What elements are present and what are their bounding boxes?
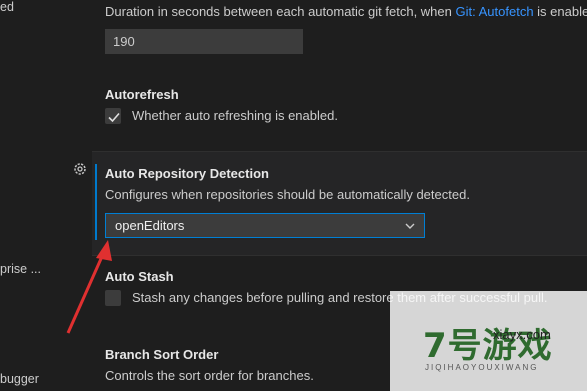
auto-repository-detection-select[interactable]: openEditors — [105, 213, 425, 238]
chevron-down-icon — [405, 223, 415, 229]
setting-title: Autorefresh — [105, 87, 179, 102]
watermark-logo: 7号游戏 xiayx.com JIQIHAOYOUXIWANG — [390, 291, 587, 391]
settings-toc-sidebar: ed prise ... bugger — [0, 0, 72, 391]
watermark-subtitle: JIQIHAOYOUXIWANG — [425, 363, 539, 372]
setting-description: Duration in seconds between each automat… — [105, 4, 587, 19]
checkmark-icon — [108, 112, 120, 123]
setting-description: Whether auto refreshing is enabled. — [132, 108, 338, 123]
setting-autofetch-period: Duration in seconds between each automat… — [105, 4, 587, 54]
focus-indicator — [95, 164, 97, 240]
autofetch-link[interactable]: Git: Autofetch — [456, 4, 534, 19]
setting-title: Auto Stash — [105, 269, 174, 284]
watermark-url: xiayx.com — [493, 327, 551, 342]
autorefresh-checkbox[interactable] — [105, 108, 121, 124]
auto-stash-checkbox[interactable] — [105, 290, 121, 306]
toc-item[interactable]: ed — [0, 0, 14, 14]
autofetch-period-input[interactable]: 190 — [105, 29, 303, 54]
watermark-title: 7号游戏 — [423, 326, 553, 366]
setting-description: Configures when repositories should be a… — [105, 187, 470, 202]
setting-autorefresh: Autorefresh Whether auto refreshing is e… — [105, 87, 587, 124]
select-value: openEditors — [115, 218, 185, 233]
setting-auto-stash: Auto Stash Stash any changes before pull… — [105, 269, 587, 306]
setting-description: Controls the sort order for branches. — [105, 368, 314, 383]
setting-auto-repository-detection: Auto Repository Detection Configures whe… — [92, 151, 587, 256]
setting-title: Auto Repository Detection — [105, 166, 269, 181]
toc-item[interactable]: bugger — [0, 372, 39, 386]
gear-icon[interactable] — [72, 161, 88, 177]
toc-item[interactable]: prise ... — [0, 262, 41, 276]
